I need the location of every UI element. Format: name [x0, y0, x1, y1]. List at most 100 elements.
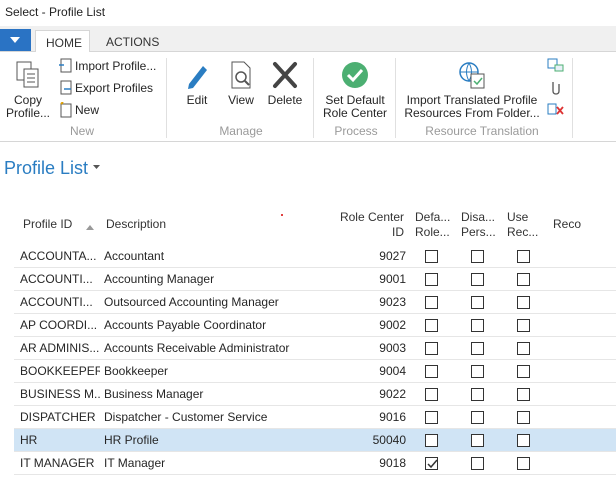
ribbon: Copy Profile... Import Profile... Export…: [0, 52, 616, 142]
table-row[interactable]: ACCOUNTI... Outsourced Accounting Manager…: [14, 291, 616, 314]
import-profile-button[interactable]: Import Profile...: [58, 57, 156, 75]
column-header-description[interactable]: Description: [106, 217, 166, 232]
checkbox-default-role-center[interactable]: [425, 296, 438, 309]
checkbox-disable-personalization[interactable]: [471, 296, 484, 309]
cell-description: Dispatcher - Customer Service: [104, 410, 268, 424]
checkbox-default-role-center[interactable]: [425, 388, 438, 401]
group-label-new: New: [69, 124, 94, 138]
checkbox-disable-personalization[interactable]: [471, 411, 484, 424]
checkbox-disable-personalization[interactable]: [471, 365, 484, 378]
set-default-label-2: Role Center: [322, 106, 388, 120]
group-label-process: Process: [334, 124, 378, 138]
import-translated-profile-button[interactable]: Import Translated Profile Resources From…: [402, 60, 542, 120]
checkbox-use-record-notes[interactable]: [517, 250, 530, 263]
table-row[interactable]: ACCOUNTI... Accounting Manager 9001: [14, 268, 616, 291]
title-bar: Select - Profile List: [0, 0, 616, 26]
tab-actions[interactable]: ACTIONS: [96, 30, 166, 53]
checkbox-default-role-center[interactable]: [425, 411, 438, 424]
cell-description: Accountant: [104, 249, 165, 263]
cell-role-center-id: 9001: [379, 272, 406, 286]
table-row[interactable]: IT MANAGER IT Manager 9018: [14, 452, 616, 475]
translation-icon[interactable]: [547, 57, 565, 73]
cell-description: Outsourced Accounting Manager: [104, 295, 279, 309]
checkbox-disable-personalization[interactable]: [471, 273, 484, 286]
checkbox-disable-personalization[interactable]: [471, 342, 484, 355]
table-row[interactable]: HR HR Profile 50040: [14, 429, 616, 452]
checkbox-default-role-center[interactable]: [425, 319, 438, 332]
column-header-reco[interactable]: Reco: [553, 217, 581, 232]
column-header-use-record-notes[interactable]: Use Rec...: [507, 210, 538, 240]
cell-description: IT Manager: [104, 456, 166, 470]
cell-role-center-id: 50040: [372, 433, 406, 447]
checkbox-disable-personalization[interactable]: [471, 434, 484, 447]
export-profiles-button[interactable]: Export Profiles: [58, 79, 153, 97]
checkbox-use-record-notes[interactable]: [517, 273, 530, 286]
new-button[interactable]: New: [58, 101, 99, 119]
table-row[interactable]: DISPATCHER Dispatcher - Customer Service 9…: [14, 406, 616, 429]
column-header-disable-personalization[interactable]: Disa... Pers...: [461, 210, 496, 240]
checkbox-use-record-notes[interactable]: [517, 342, 530, 355]
cell-description: Accounts Payable Coordinator: [104, 318, 267, 332]
table-row[interactable]: ACCOUNTA... Accountant 9027: [14, 245, 616, 268]
set-default-role-center-button[interactable]: Set Default Role Center: [318, 60, 392, 120]
cell-role-center-id: 9027: [379, 249, 406, 263]
cell-role-center-id: 9023: [379, 295, 406, 309]
cell-profile-id: ACCOUNTI...: [20, 295, 93, 309]
checkbox-default-role-center[interactable]: [425, 273, 438, 286]
ribbon-tab-strip: HOME ACTIONS: [0, 26, 616, 53]
attachment-icon[interactable]: [547, 79, 565, 95]
checkmark-circle-icon: [342, 62, 368, 88]
import-profile-icon: [59, 58, 72, 73]
column-header-use-line2: Rec...: [507, 225, 539, 239]
checkbox-use-record-notes[interactable]: [517, 457, 530, 470]
checkbox-default-role-center[interactable]: [425, 342, 438, 355]
checkbox-use-record-notes[interactable]: [517, 411, 530, 424]
cell-role-center-id: 9002: [379, 318, 406, 332]
checkbox-use-record-notes[interactable]: [517, 296, 530, 309]
import-profile-label: Import Profile...: [75, 59, 157, 73]
checkbox-default-role-center[interactable]: [425, 457, 438, 470]
new-label: New: [75, 103, 100, 117]
cell-role-center-id: 9022: [379, 387, 406, 401]
column-header-use-line1: Use: [507, 210, 529, 224]
delete-button[interactable]: Delete: [264, 60, 306, 107]
edit-button[interactable]: Edit: [180, 60, 214, 107]
app-menu-button[interactable]: [0, 29, 31, 51]
table-row[interactable]: AR ADMINIS... Accounts Receivable Adminis…: [14, 337, 616, 360]
cell-profile-id: ACCOUNTA...: [20, 249, 97, 263]
view-button[interactable]: View: [224, 60, 258, 107]
page-title[interactable]: Profile List: [4, 158, 88, 179]
cell-profile-id: ACCOUNTI...: [20, 272, 93, 286]
table-row[interactable]: AP COORDI... Accounts Payable Coordinator…: [14, 314, 616, 337]
export-profiles-label: Export Profiles: [75, 81, 154, 95]
copy-profile-button[interactable]: Copy Profile...: [6, 60, 50, 120]
checkbox-default-role-center[interactable]: [425, 365, 438, 378]
column-header-default-role-center[interactable]: Defa... Role...: [415, 210, 450, 240]
table-row[interactable]: BOOKKEEPER Bookkeeper 9004: [14, 360, 616, 383]
window-title: Select - Profile List: [5, 5, 106, 19]
column-header-role-center-id[interactable]: Role Center ID: [330, 210, 404, 240]
cell-profile-id: BUSINESS M...: [20, 387, 100, 401]
group-separator: [166, 58, 167, 138]
chevron-down-icon[interactable]: [93, 165, 100, 170]
checkbox-disable-personalization[interactable]: [471, 388, 484, 401]
copy-profile-label-2: Profile...: [6, 106, 51, 120]
checkbox-use-record-notes[interactable]: [517, 365, 530, 378]
tab-home[interactable]: HOME: [35, 30, 90, 53]
edit-label: Edit: [186, 93, 208, 107]
checkbox-default-role-center[interactable]: [425, 250, 438, 263]
column-header-profile-id[interactable]: Profile ID: [23, 217, 72, 232]
checkbox-use-record-notes[interactable]: [517, 434, 530, 447]
checkbox-disable-personalization[interactable]: [471, 319, 484, 332]
delete-translation-icon[interactable]: [547, 101, 565, 117]
checkmark-icon: [427, 459, 438, 469]
group-separator: [572, 58, 573, 138]
table-row[interactable]: BUSINESS M... Business Manager 9022: [14, 383, 616, 406]
column-header-default-line2: Role...: [415, 225, 450, 239]
checkbox-use-record-notes[interactable]: [517, 388, 530, 401]
checkbox-disable-personalization[interactable]: [471, 250, 484, 263]
cell-role-center-id: 9004: [379, 364, 406, 378]
checkbox-default-role-center[interactable]: [425, 434, 438, 447]
checkbox-disable-personalization[interactable]: [471, 457, 484, 470]
checkbox-use-record-notes[interactable]: [517, 319, 530, 332]
